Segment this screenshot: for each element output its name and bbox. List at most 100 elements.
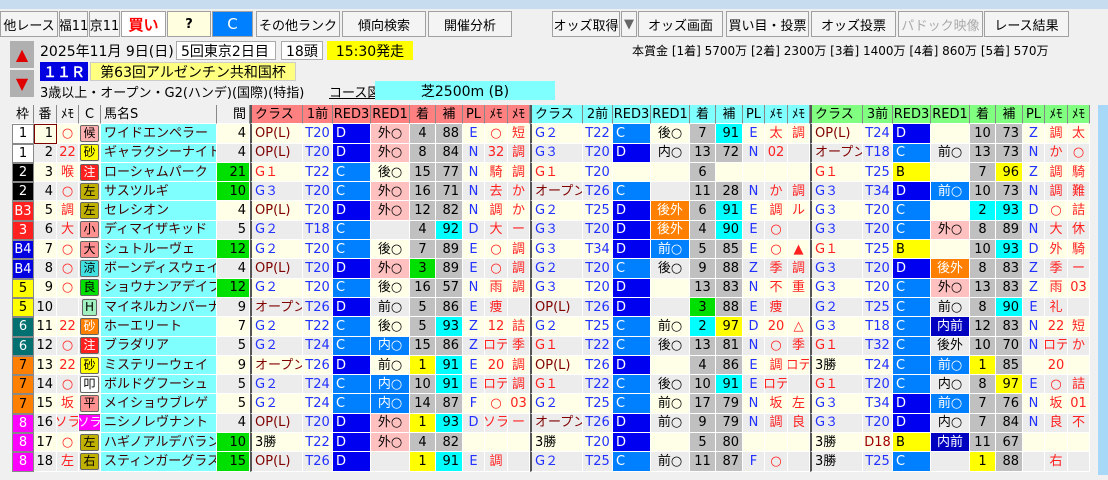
column-header[interactable]: クラス — [250, 105, 303, 125]
table-row[interactable]: 8 17 ○ 左ハギノアルデバラン 10 3勝 T22 D 外○ 4 82 3勝 T20 D 5 80 3勝 D1… — [12, 433, 1090, 453]
prev-race-arrow-icon[interactable]: ▲ — [10, 41, 34, 68]
column-header[interactable]: RED1 — [651, 105, 690, 125]
table-row[interactable]: 1 2 22 砂ギャラクシーナイト 4 OP(L) T20 D 外○ 8 84 N 32 調 G３ T20 D 内… — [12, 143, 1090, 163]
column-header[interactable]: 1前 — [303, 105, 333, 125]
horse-name[interactable]: ニシノレヴナント — [101, 413, 217, 434]
column-header[interactable]: C — [79, 105, 101, 125]
kyoto-11-button[interactable]: 京11 — [89, 11, 120, 37]
column-header[interactable]: RED3 — [613, 105, 651, 125]
table-row[interactable]: 6 11 22 砂ホーエリート 7 G２ T22 C 後○ 5 93 Z 12 詰 G２ T25 C 前○ 2 97 D… — [12, 317, 1090, 337]
column-header[interactable]: 補 — [996, 105, 1023, 125]
column-header[interactable]: RED3 — [893, 105, 931, 125]
column-header[interactable]: 着 — [410, 105, 436, 125]
memo-2: 調 — [788, 124, 810, 144]
memo-2: 不 — [1068, 413, 1090, 434]
odds-vote-button[interactable]: オッズ投票 — [811, 11, 896, 37]
table-row[interactable]: 8 18 左右スティンガーグラス 15 OP(L) T26 D 1 91 E 調 G２ T25 C 前○ 11… — [12, 452, 1090, 472]
next-race-arrow-icon[interactable]: ▼ — [10, 70, 34, 97]
column-header[interactable]: 枠 — [12, 105, 34, 125]
horse-name[interactable]: ブラダリア — [101, 336, 217, 356]
odds-screen-button[interactable]: オッズ画面 — [638, 11, 723, 37]
column-header[interactable]: 間 — [217, 105, 250, 125]
horse-name[interactable]: ディマイザキッド — [101, 220, 217, 241]
column-header[interactable]: PL — [743, 105, 765, 125]
column-header[interactable]: ﾒﾓ — [508, 105, 530, 125]
column-header[interactable]: PL — [1023, 105, 1045, 125]
column-header[interactable]: ﾒﾓ — [57, 105, 79, 125]
past-race-course: T26 — [303, 452, 333, 472]
column-header[interactable]: 補 — [716, 105, 743, 125]
table-row[interactable]: B4 7 ○ 大シュトルーヴェ 12 G２ T20 C 後○ 7 89 E ○ 調 G３ T34 D 前○ 5 85 E… — [12, 240, 1090, 260]
column-header[interactable]: 3前 — [863, 105, 893, 125]
correction-index: 90 — [716, 220, 743, 241]
trend-search-button[interactable]: 傾向検索 — [342, 11, 426, 37]
column-header[interactable]: PL — [463, 105, 485, 125]
column-header[interactable]: RED1 — [371, 105, 410, 125]
paddock-video-button[interactable]: パドック映像 — [898, 11, 983, 37]
rank-c-button[interactable]: C — [212, 11, 253, 37]
other-rank-button[interactable]: その他ランク — [256, 11, 340, 37]
column-header[interactable]: ﾒﾓ — [1045, 105, 1068, 125]
column-header[interactable]: クラス — [810, 105, 863, 125]
table-row[interactable]: 2 4 ○ 左サスツルギ 10 G３ T20 C 外○ 16 71 N 去かオープン T26 C 11 28 N か… — [12, 182, 1090, 202]
table-row[interactable]: 7 15 坂平メイショウブレゲ 5 G２ T24 C 内○ 14 87 F ○ 03 G２ T25 C 前○ 17… — [12, 394, 1090, 414]
correction-index: 88 — [716, 259, 743, 279]
horse-name[interactable]: スティンガーグラス — [101, 452, 217, 472]
meeting-analysis-button[interactable]: 開催分析 — [428, 11, 512, 37]
memo-2: 01 — [1068, 394, 1090, 414]
table-row[interactable]: B4 8 ○ 涼ボーンディスウェイ 4 OP(L) T20 D 外○ 3 89 E ○ 調 G２ T20 C 後○… — [12, 259, 1090, 279]
horse-name[interactable]: ワイドエンペラー — [101, 124, 217, 144]
horse-name[interactable]: ミステリーウェイ — [101, 355, 217, 376]
other-race-button[interactable]: 他レース — [0, 11, 58, 37]
horse-number: 10 — [34, 297, 57, 318]
table-row[interactable]: 5 10 H マイネルカンパーナ 9 オープン T26 D 前○ 5 86 E 痩 OP(L) T26 D 3 8… — [12, 297, 1090, 318]
table-row[interactable]: 1 1 ○ 候ワイドエンペラー 4 OP(L) T20 D 外○ 4 88 E ○ 短 G２ T22 C 後○ 7 9… — [12, 124, 1090, 144]
horse-name[interactable]: サスツルギ — [101, 182, 217, 202]
table-row[interactable]: 816ソラソラニシノレヴナント4OP(L)T20D外○193DソラーオープンT2… — [12, 413, 1090, 434]
column-header[interactable]: ﾒﾓ — [765, 105, 788, 125]
bets-vote-button[interactable]: 買い目・投票 — [726, 11, 809, 37]
buy-button[interactable]: 買い — [121, 11, 166, 37]
column-header[interactable]: RED1 — [931, 105, 970, 125]
fukushima-11-button[interactable]: 福11 — [59, 11, 88, 37]
column-header[interactable]: ﾒﾓ — [788, 105, 810, 125]
column-header[interactable]: ﾒﾓ — [1068, 105, 1090, 125]
table-row[interactable]: 714○叩ボルドグフーシュ5G２T24C内○1091Eロテ調G１T22C後○10… — [12, 375, 1090, 395]
get-odds-button[interactable]: オッズ取得 — [552, 11, 620, 37]
finish-position: 4 — [410, 433, 436, 453]
red1-position: 前○ — [371, 355, 410, 376]
column-header[interactable]: 番 — [34, 105, 57, 125]
table-row[interactable]: 612○注ブラダリア5G２T24C内○1586Zロテ季G１T22C後○1381N… — [12, 336, 1090, 356]
table-row[interactable]: 7 13 22 砂ミステリーウェイ 9 オープン T26 D 前○ 1 91 E 20 調 OP(L) T26… — [12, 355, 1090, 376]
column-header[interactable]: クラス — [530, 105, 583, 125]
horse-name[interactable]: ホーエリート — [101, 317, 217, 337]
column-header[interactable]: 着 — [690, 105, 716, 125]
memo-1: 12 — [485, 317, 508, 337]
horse-name[interactable]: ハギノアルデバラン — [101, 433, 217, 453]
red3-rating: D — [893, 182, 931, 202]
column-header[interactable]: 補 — [436, 105, 463, 125]
table-row[interactable]: 3 6 大小ディマイザキッド 5 G２ T18 C 4 92 D 大ー G３ T20 D 後外 4 90 E ○ G３… — [12, 220, 1090, 241]
horse-name[interactable]: ボーンディスウェイ — [101, 259, 217, 279]
horse-name[interactable]: メイショウブレゲ — [101, 394, 217, 414]
column-header[interactable]: 2前 — [583, 105, 613, 125]
horse-name[interactable]: ボルドグフーシュ — [101, 375, 217, 395]
table-row[interactable]: 2 3 喉注ローシャムパーク 21 G１ T22 C 後○ 15 77 N 騎調 G１ T20 6 G１ T25… — [12, 162, 1090, 183]
horse-name[interactable]: シュトルーヴェ — [101, 240, 217, 260]
odds-dropdown-button[interactable]: ▼ — [621, 11, 637, 37]
table-row[interactable]: B3 5 調左セレシオン 4 OP(L) T20 D 外○ 12 82 N 調か G２ T25 D 後外 6 91… — [12, 201, 1090, 221]
horse-name[interactable]: セレシオン — [101, 201, 217, 221]
question-button[interactable]: ? — [167, 11, 211, 37]
horse-name[interactable]: ギャラクシーナイト — [101, 143, 217, 163]
horse-name[interactable]: ローシャムパーク — [101, 162, 217, 183]
race-result-button[interactable]: レース結果 — [984, 11, 1069, 37]
column-header[interactable]: RED3 — [333, 105, 371, 125]
column-header[interactable]: 馬名S — [101, 105, 217, 125]
course-map-link[interactable]: コース図 — [329, 82, 380, 101]
horse-name[interactable]: マイネルカンパーナ — [101, 297, 217, 318]
column-header[interactable]: 着 — [970, 105, 996, 125]
horse-name[interactable]: ショウナンアデイブ — [101, 278, 217, 298]
column-header[interactable]: ﾒﾓ — [485, 105, 508, 125]
past-race-class: G１ — [530, 162, 583, 183]
table-row[interactable]: 5 9 ○ 良ショウナンアデイブ 12 G２ T20 C 後○ 16 57 N 雨調 G３ T20 D 13 83… — [12, 278, 1090, 298]
